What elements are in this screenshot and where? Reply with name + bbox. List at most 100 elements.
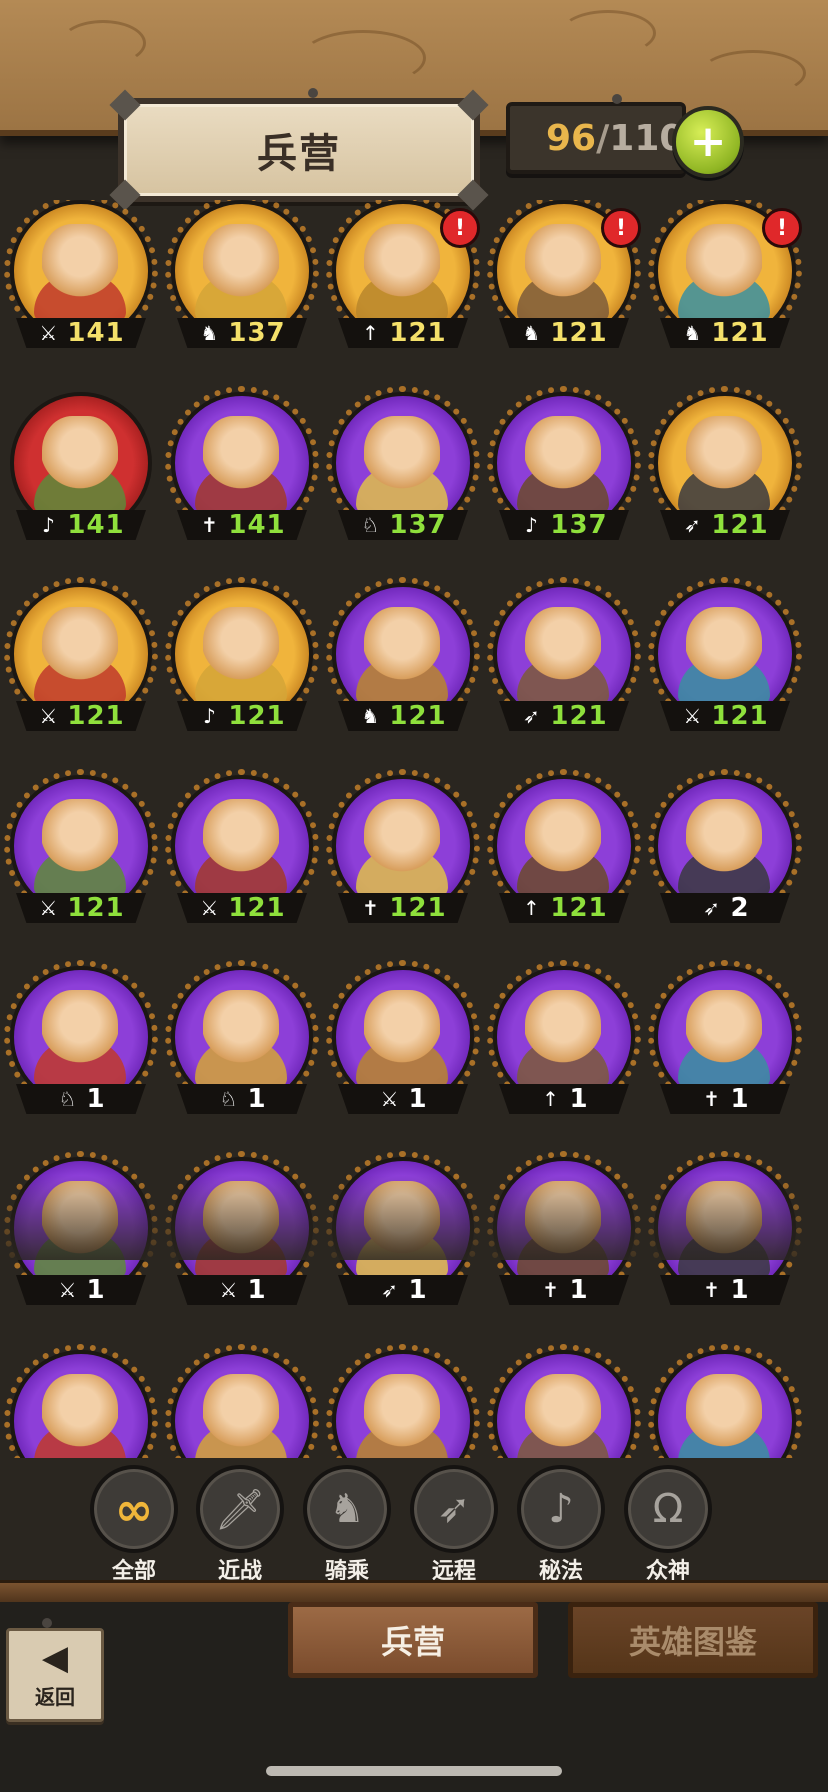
hero-card[interactable] [487,1344,641,1458]
hero-level-banner: ✝ 1 [499,1275,629,1305]
hero-card[interactable]: ♞ 121! [648,200,802,370]
hero-card[interactable]: ⚔ 121 [165,769,319,945]
hero-card[interactable]: ♘ 1 [165,960,319,1136]
hero-level: 141 [228,510,286,540]
hero-level-banner: ↑ 121 [338,318,468,348]
wood-grain [300,30,426,86]
hero-card[interactable]: ✝ 1 [648,960,802,1136]
hero-level: 141 [67,510,125,540]
hero-card[interactable]: ⚔ 121 [4,577,158,753]
hero-card[interactable] [4,1344,158,1458]
hero-portrait-icon [42,990,118,1076]
sword-icon: ⚔ [683,704,702,728]
hero-card[interactable]: ♞ 121! [487,200,641,370]
horse-icon: ♞ [522,321,541,345]
mount-icon: ♘ [219,1087,238,1111]
hero-portrait-icon [42,1181,118,1267]
sword-icon: ⚔ [39,321,58,345]
hero-level: 1 [408,1275,428,1305]
hero-card[interactable]: ♘ 137 [326,386,480,562]
hero-card[interactable]: ↑ 121! [326,200,480,370]
hero-card[interactable]: ⚔ 1 [4,1151,158,1327]
hero-card[interactable]: ↑ 121 [487,769,641,945]
pin-icon [612,94,622,104]
hero-portrait-icon [364,1374,440,1458]
staff-icon: ♪ [41,513,55,537]
hero-card[interactable]: ⚔ 141 [4,200,158,370]
pin-icon [42,1618,52,1628]
holy-icon: ✝ [200,513,218,537]
hero-portrait-icon [364,224,440,310]
hero-card[interactable]: ➶ 2 [648,769,802,945]
hero-card[interactable] [648,1344,802,1458]
hero-card[interactable]: ⚔ 1 [326,960,480,1136]
hero-level: 1 [86,1084,106,1114]
hero-level: 121 [228,701,286,731]
hero-card[interactable]: ✝ 141 [165,386,319,562]
hero-portrait-icon [364,990,440,1076]
tab-hero-catalog[interactable]: 英雄图鉴 [568,1602,818,1678]
filter-infinity[interactable]: ∞ 全部 [84,1465,184,1585]
hero-level: 1 [730,1084,750,1114]
sword-icon: ⚔ [200,896,219,920]
holy-icon: ✝ [361,896,379,920]
hero-level: 121 [67,701,125,731]
hero-card[interactable]: ⚔ 121 [648,577,802,753]
hero-level-banner: ↑ 121 [499,893,629,923]
hero-level: 121 [389,893,447,923]
hero-portrait-icon [525,1374,601,1458]
sword-icon: 🗡 [196,1465,284,1553]
hero-card[interactable]: ⚔ 1 [165,1151,319,1327]
hero-card[interactable]: ♪ 121 [165,577,319,753]
hero-level-banner: ⚔ 121 [660,701,790,731]
back-button[interactable]: ◀ 返回 [6,1628,104,1722]
page-title-plate: 兵营 [109,89,489,211]
bow-icon: ➶ [410,1465,498,1553]
tab-hero-catalog-label: 英雄图鉴 [628,1623,757,1661]
sword-icon: ⚔ [39,704,58,728]
hero-card[interactable] [326,1344,480,1458]
troop-count-separator: / [596,117,610,159]
hero-card[interactable]: ♪ 137 [487,386,641,562]
hero-card[interactable]: ✝ 1 [648,1151,802,1327]
filter-magic-staff[interactable]: ♪ 秘法 [511,1465,611,1585]
add-capacity-button[interactable]: + [672,106,744,178]
hero-portrait-icon [525,1181,601,1267]
hero-level-banner: ♘ 1 [177,1084,307,1114]
filter-omega[interactable]: Ω 众神 [618,1465,718,1585]
hero-card[interactable]: ➶ 1 [326,1151,480,1327]
hero-card[interactable]: ♞ 137 [165,200,319,370]
hero-level-banner: ♪ 121 [177,701,307,731]
back-button-label: 返回 [35,1684,75,1709]
hero-level-banner: ⚔ 121 [16,893,146,923]
hero-level-banner: ✝ 121 [338,893,468,923]
hero-portrait-icon [42,607,118,693]
wood-grain [560,10,656,56]
hero-portrait-icon [203,1374,279,1458]
hero-card[interactable]: ♪ 141 [6,392,156,562]
omega-icon: Ω [624,1465,712,1553]
infinity-icon: ∞ [90,1465,178,1553]
hero-portrait-icon [203,416,279,502]
hero-portrait-icon [42,224,118,310]
hero-card[interactable]: ➶ 121 [487,577,641,753]
hero-card[interactable]: ✝ 121 [326,769,480,945]
hero-card[interactable]: ✝ 1 [487,1151,641,1327]
hero-card[interactable]: ⚔ 121 [4,769,158,945]
hero-portrait-icon [525,990,601,1076]
filter-sword[interactable]: 🗡 近战 [190,1465,290,1585]
filter-bow[interactable]: ➶ 远程 [404,1465,504,1585]
sword-icon: ⚔ [58,1278,77,1302]
sword-icon: ⚔ [39,896,58,920]
hero-card[interactable] [165,1344,319,1458]
hero-card[interactable]: ♘ 1 [4,960,158,1136]
hero-card[interactable]: ➶ 121 [648,386,802,562]
hero-level: 1 [408,1084,428,1114]
hero-level-banner: ⚔ 121 [177,893,307,923]
hero-level-banner: ⚔ 1 [338,1084,468,1114]
hero-card[interactable]: ↑ 1 [487,960,641,1136]
tab-barracks[interactable]: 兵营 [288,1602,538,1678]
hero-card[interactable]: ♞ 121 [326,577,480,753]
filter-horse-head[interactable]: ♞ 骑乘 [297,1465,397,1585]
staff-icon: ♪ [524,513,538,537]
